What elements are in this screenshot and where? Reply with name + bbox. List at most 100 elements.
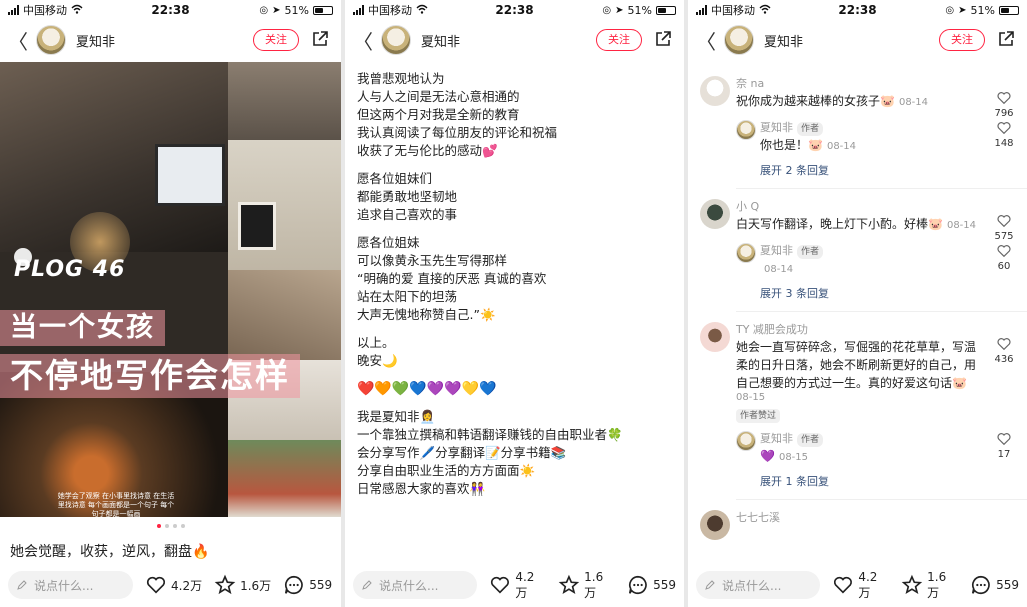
follow-button[interactable]: 关注 [253, 29, 299, 51]
reply-item[interactable]: 夏知非 作者 💜 08-15 17 [736, 431, 1011, 467]
reply-like-count: 148 [994, 138, 1014, 149]
back-icon[interactable]: 〈 [696, 26, 718, 55]
expand-replies-link[interactable]: 展开 1 条回复 [760, 473, 977, 489]
author-name[interactable]: 夏知非 [76, 31, 115, 50]
comment-list: 奈 na 祝你成为越来越棒的女孩子🐷 08-14 796 夏知非 作者 你也是！🐷 0… [688, 62, 1027, 540]
text-line: 会分享写作🖊️分享翻译📝分享书籍📚 [357, 445, 567, 460]
reply-like-button[interactable]: 60 [989, 243, 1019, 272]
text-line: 分享自由职业生活的方方面面☀️ [357, 463, 536, 478]
reply-date: 08-15 [778, 452, 809, 463]
comment-button[interactable]: 559 [283, 574, 332, 596]
text-line: 站在太阳下的坦荡 [357, 289, 458, 304]
bottom-action-bar: 说点什么... 4.2万 1.6万 559 [345, 563, 684, 607]
replier-avatar[interactable] [736, 431, 756, 451]
commenter-name[interactable]: 小 Q [736, 199, 977, 215]
battery-icon [313, 5, 333, 15]
replier-name[interactable]: 夏知非 [760, 244, 793, 257]
reply-text: 你也是！🐷 [760, 138, 823, 152]
comment-date: 08-14 [946, 220, 977, 231]
carousel-dot [180, 524, 185, 528]
comment-like-button[interactable]: 796 [989, 90, 1019, 119]
clock: 22:38 [838, 3, 877, 17]
author-intro: 我是夏知非👩‍💼 一个靠独立撰稿和韩语翻译赚钱的自由职业者🍀 会分享写作🖊️分享… [357, 408, 672, 498]
note-header: 〈 夏知非 关注 [688, 20, 1027, 60]
comment-input[interactable]: 说点什么... [696, 571, 821, 599]
share-icon[interactable] [311, 30, 329, 48]
star-icon [214, 574, 236, 595]
reply-like-button[interactable]: 17 [989, 431, 1019, 460]
author-avatar[interactable] [724, 25, 754, 55]
carousel-dot [164, 524, 169, 528]
cover-image[interactable]: PLOG 46 当一个女孩 不停地写作会怎样 她学会了观察 在小事里找诗意 在生… [0, 62, 341, 517]
commenter-avatar[interactable] [700, 199, 730, 229]
replier-name[interactable]: 夏知非 [760, 432, 793, 445]
reply-like-button[interactable]: 148 [989, 120, 1019, 149]
signal-icon [696, 5, 707, 15]
author-name[interactable]: 夏知非 [421, 31, 460, 50]
collect-button[interactable]: 1.6万 [901, 570, 958, 601]
paragraph: 以上。 晚安🌙 [357, 334, 672, 370]
commenter-avatar[interactable] [700, 76, 730, 106]
text-line: 一个靠独立撰稿和韩语翻译赚钱的自由职业者🍀 [357, 427, 623, 442]
comment-text: 白天写作翻译，晚上灯下小酌。好棒🐷 08-14 [736, 215, 977, 235]
note-caption: 她会觉醒，收获，逆风，翻盘🔥 [10, 544, 210, 560]
commenter-avatar[interactable] [700, 322, 730, 352]
comment-item[interactable]: 奈 na 祝你成为越来越棒的女孩子🐷 08-14 796 夏知非 作者 你也是！🐷 0… [688, 76, 1027, 178]
share-icon[interactable] [997, 30, 1015, 48]
like-count: 4.2万 [858, 569, 878, 600]
comment-button[interactable]: 559 [970, 574, 1019, 596]
reply-item[interactable]: 夏知非 作者 你也是！🐷 08-14 148 [736, 120, 1014, 156]
back-icon[interactable]: 〈 [353, 26, 375, 55]
commenter-name[interactable]: 七七七溪 [736, 510, 977, 526]
comment-input[interactable]: 说点什么... [8, 571, 133, 599]
text-line: 我认真阅读了每位朋友的评论和祝福 [357, 125, 558, 140]
author-avatar[interactable] [381, 25, 411, 55]
comment-item[interactable]: 小 Q 白天写作翻译，晚上灯下小酌。好棒🐷 08-14 575 夏知非 作者 08-… [688, 199, 1027, 301]
text-line: 追求自己喜欢的事 [357, 207, 458, 222]
heart-icon [997, 245, 1011, 258]
comment-item[interactable]: TY 减肥会成功 她会一直写碎碎念，写倔强的花花草草，写温柔的日升日落，她会不断… [688, 322, 1027, 489]
expand-replies-link[interactable]: 展开 3 条回复 [760, 285, 977, 301]
heart-icon [997, 122, 1011, 135]
author-name[interactable]: 夏知非 [764, 31, 803, 50]
comment-like-button[interactable]: 575 [989, 213, 1019, 242]
hearts-emoji-row: ❤️🧡💚💙💜💜💛💙 [357, 381, 497, 397]
text-line: 人与人之间是无法心意相通的 [357, 89, 520, 104]
star-icon [901, 574, 923, 595]
status-bar: 中国移动 22:38 ◎ ➤ 51% [0, 0, 341, 20]
author-avatar[interactable] [36, 25, 66, 55]
cover-photo-shelf [228, 62, 341, 140]
comment-button[interactable]: 559 [627, 574, 676, 596]
comment-like-button[interactable]: 436 [989, 336, 1019, 365]
share-icon[interactable] [654, 30, 672, 48]
commenter-avatar[interactable] [700, 510, 730, 540]
comment-text: 祝你成为越来越棒的女孩子🐷 08-14 [736, 92, 977, 112]
collect-button[interactable]: 1.6万 [558, 570, 615, 601]
comment-input[interactable]: 说点什么... [353, 571, 478, 599]
collect-button[interactable]: 1.6万 [214, 574, 271, 596]
commenter-name[interactable]: TY 减肥会成功 [736, 322, 977, 338]
paragraph: 愿各位姐妹们 都能勇敢地坚韧地 追求自己喜欢的事 [357, 170, 672, 224]
signal-icon [8, 5, 19, 15]
like-button[interactable]: 4.2万 [145, 574, 202, 596]
comment-count: 559 [996, 578, 1019, 592]
bottom-action-bar: 说点什么... 4.2万 1.6万 559 [0, 563, 341, 607]
like-button[interactable]: 4.2万 [832, 570, 889, 601]
bottom-action-bar: 说点什么... 4.2万 1.6万 559 [688, 563, 1027, 607]
replier-avatar[interactable] [736, 243, 756, 263]
comment-item[interactable]: 七七七溪 [688, 510, 1027, 540]
text-line: 愿各位姐妹 [357, 235, 420, 250]
commenter-name[interactable]: 奈 na [736, 76, 977, 92]
wifi-icon [759, 4, 771, 17]
back-icon[interactable]: 〈 [8, 26, 30, 55]
like-button[interactable]: 4.2万 [489, 570, 546, 601]
comment-content: 祝你成为越来越棒的女孩子🐷 [736, 94, 895, 108]
comment-date: 08-14 [898, 97, 929, 108]
replier-name[interactable]: 夏知非 [760, 121, 793, 134]
follow-button[interactable]: 关注 [939, 29, 985, 51]
star-icon [558, 574, 580, 595]
expand-replies-link[interactable]: 展开 2 条回复 [760, 162, 977, 178]
replier-avatar[interactable] [736, 120, 756, 140]
follow-button[interactable]: 关注 [596, 29, 642, 51]
reply-item[interactable]: 夏知非 作者 08-14 60 [736, 243, 1011, 279]
